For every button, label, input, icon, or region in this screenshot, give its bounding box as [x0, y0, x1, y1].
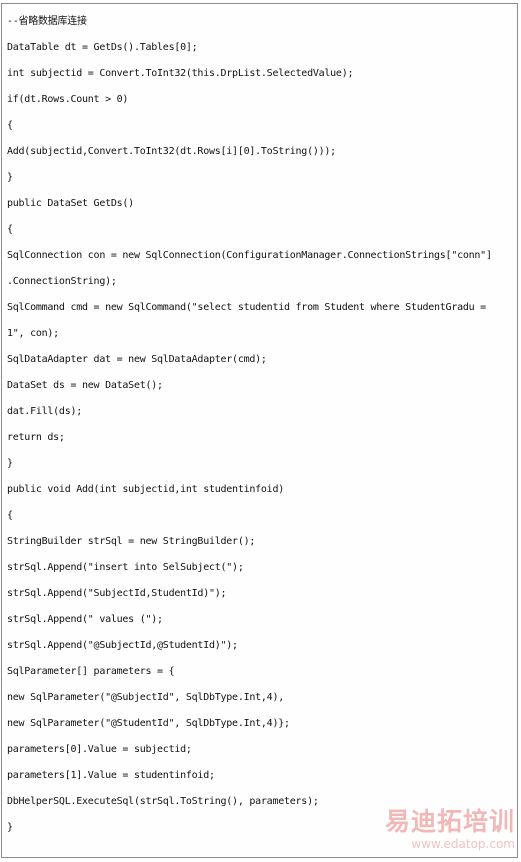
code-line: parameters[1].Value = studentinfoid;	[7, 770, 215, 781]
code-line: }	[7, 172, 13, 183]
code-line: strSql.Append("insert into SelSubject(")…	[7, 562, 244, 573]
code-line: dat.Fill(ds);	[7, 406, 83, 417]
code-line: strSql.Append("@SubjectId,@StudentId)");	[7, 640, 238, 651]
code-line: --省略数据库连接	[7, 16, 87, 27]
code-line: DataTable dt = GetDs().Tables[0];	[7, 42, 198, 53]
code-line: StringBuilder strSql = new StringBuilder…	[7, 536, 256, 547]
code-block: --省略数据库连接 DataTable dt = GetDs().Tables[…	[1, 3, 518, 858]
code-line: {	[7, 120, 13, 131]
watermark-logo: 易迪拓培训	[384, 807, 515, 836]
code-line: strSql.Append(" values (");	[7, 614, 163, 625]
code-line: .ConnectionString);	[7, 276, 117, 287]
code-line: strSql.Append("SubjectId,StudentId)");	[7, 588, 227, 599]
code-line: return ds;	[7, 432, 65, 443]
code-line: {	[7, 224, 13, 235]
code-line: 1", con);	[7, 328, 59, 339]
code-line: new SqlParameter("@SubjectId", SqlDbType…	[7, 692, 284, 703]
code-line: }	[7, 458, 13, 469]
code-line: public DataSet GetDs()	[7, 198, 134, 209]
code-line: new SqlParameter("@StudentId", SqlDbType…	[7, 718, 290, 729]
code-line: parameters[0].Value = subjectid;	[7, 744, 192, 755]
watermark-url: www.edatop.com	[411, 837, 515, 851]
code-line: {	[7, 510, 13, 521]
code-line: public void Add(int subjectid,int studen…	[7, 484, 284, 495]
code-line: SqlParameter[] parameters = {	[7, 666, 175, 677]
code-line: SqlConnection con = new SqlConnection(Co…	[7, 250, 492, 261]
code-line: if(dt.Rows.Count > 0)	[7, 94, 129, 105]
code-line: int subjectid = Convert.ToInt32(this.Drp…	[7, 68, 354, 79]
watermark: 易迪拓培训 www.edatop.com	[361, 808, 515, 854]
code-line: Add(subjectid,Convert.ToInt32(dt.Rows[i]…	[7, 146, 336, 157]
code-line: SqlCommand cmd = new SqlCommand("select …	[7, 302, 486, 313]
code-line: DataSet ds = new DataSet();	[7, 380, 163, 391]
code-line: SqlDataAdapter dat = new SqlDataAdapter(…	[7, 354, 267, 365]
code-listing: --省略数据库连接 DataTable dt = GetDs().Tables[…	[7, 9, 519, 841]
